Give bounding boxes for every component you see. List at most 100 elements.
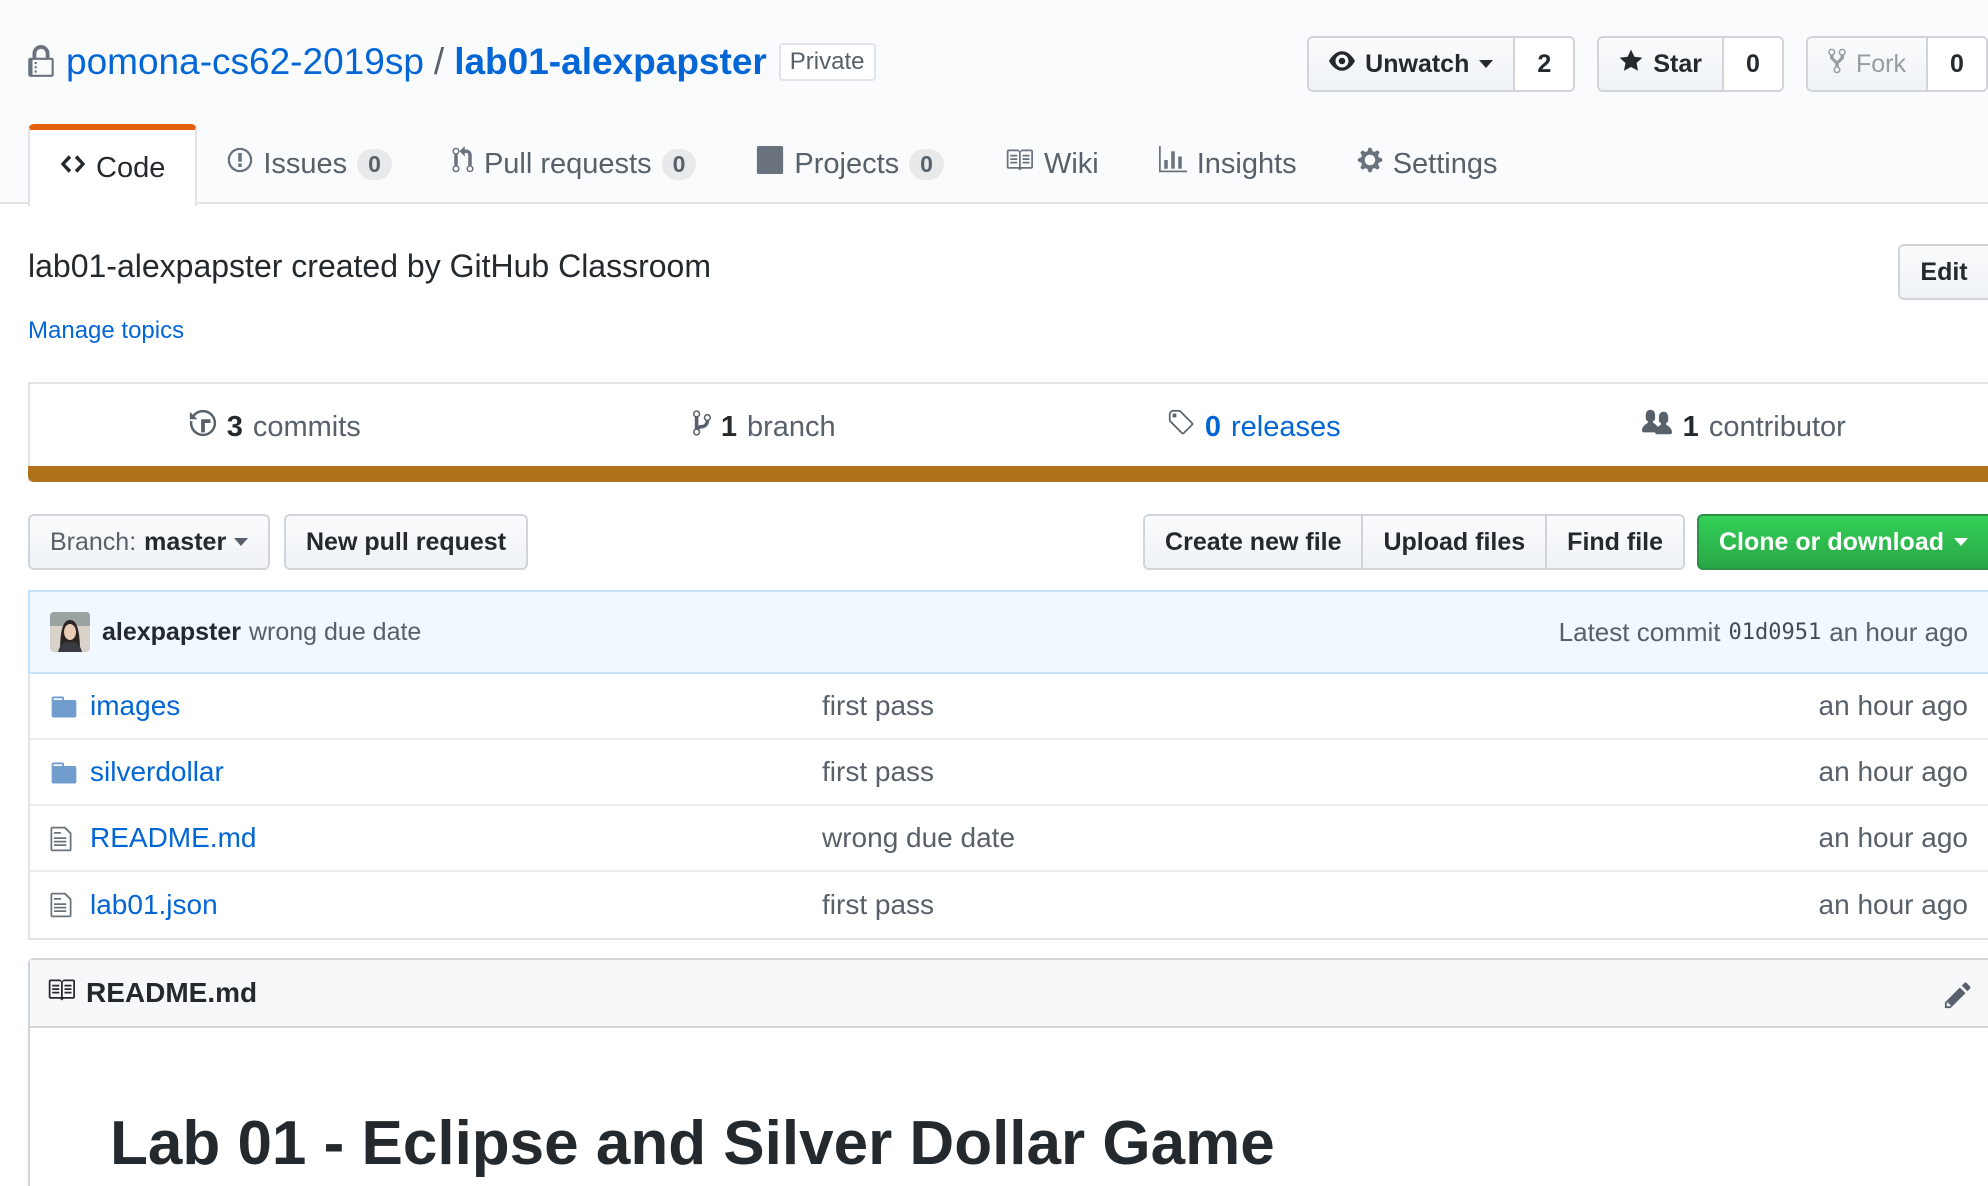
forks-count[interactable]: 0 <box>1928 38 1986 90</box>
file-name-link[interactable]: lab01.json <box>90 889 218 921</box>
commits-summary[interactable]: 3 commits <box>30 384 520 470</box>
file-actions: Create new file Upload files Find file C… <box>1143 514 1988 570</box>
gear-icon <box>1357 146 1383 182</box>
new-pull-request-button[interactable]: New pull request <box>284 514 529 570</box>
fork-group: Fork 0 <box>1806 36 1988 92</box>
file-text-icon <box>50 891 78 919</box>
file-age: an hour ago <box>1818 822 1968 853</box>
readme-header: README.md <box>30 960 1988 1028</box>
branch-select-button[interactable]: Branch: master <box>28 514 271 570</box>
commit-author-link[interactable]: alexpapster <box>102 618 241 647</box>
tab-label: Code <box>96 151 166 184</box>
tag-icon <box>1167 408 1195 446</box>
table-row: images first pass an hour ago <box>30 674 1988 740</box>
star-button[interactable]: Star <box>1599 38 1724 90</box>
file-text-icon <box>50 825 78 853</box>
tab-label: Pull requests <box>483 147 652 180</box>
commit-sha-link[interactable]: 01d0951 <box>1728 620 1821 645</box>
file-age: an hour ago <box>1818 690 1968 721</box>
repo-name-link[interactable]: lab01-alexpapster <box>454 41 767 83</box>
repo-header: pomona-cs62-2019sp / lab01-alexpapster P… <box>0 0 1988 206</box>
file-list: images first pass an hour ago silverdoll… <box>28 674 1988 940</box>
book-icon <box>1004 146 1034 182</box>
readme-heading: Lab 01 - Eclipse and Silver Dollar Game <box>110 1109 1275 1178</box>
repo-forked-icon <box>1828 47 1846 82</box>
pull-request-icon <box>452 146 474 182</box>
table-row: README.md wrong due date an hour ago <box>30 806 1988 872</box>
file-commit-message[interactable]: first pass <box>822 690 934 722</box>
eye-icon <box>1329 48 1356 81</box>
project-icon <box>756 146 784 182</box>
file-commit-message[interactable]: wrong due date <box>822 822 1015 854</box>
edit-description-button[interactable]: Edit <box>1898 244 1988 300</box>
projects-counter: 0 <box>909 148 944 180</box>
manage-topics-link[interactable]: Manage topics <box>28 317 184 345</box>
lock-icon <box>28 45 54 79</box>
readme-filename: README.md <box>86 977 258 1008</box>
contributors-summary[interactable]: 1 contributor <box>1499 384 1988 470</box>
commits-label: commits <box>252 410 361 443</box>
commit-message-link[interactable]: wrong due date <box>249 618 421 647</box>
file-name-link[interactable]: README.md <box>90 822 256 854</box>
file-name-link[interactable]: silverdollar <box>90 756 224 788</box>
code-icon <box>60 150 86 186</box>
tab-issues[interactable]: Issues 0 <box>197 124 422 204</box>
tab-code[interactable]: Code <box>28 124 198 206</box>
file-navigation: Branch: master New pull request Create n… <box>28 514 1988 570</box>
tab-label: Wiki <box>1043 147 1099 180</box>
file-commit-message[interactable]: first pass <box>822 756 934 788</box>
book-icon <box>46 976 76 1011</box>
tab-wiki[interactable]: Wiki <box>974 124 1129 204</box>
avatar[interactable] <box>50 612 90 652</box>
upload-files-button[interactable]: Upload files <box>1363 516 1548 568</box>
branches-count: 1 <box>720 410 737 443</box>
watchers-count[interactable]: 2 <box>1515 38 1574 90</box>
language-bar[interactable] <box>28 466 1988 482</box>
file-name-link[interactable]: images <box>90 690 180 722</box>
tab-settings[interactable]: Settings <box>1327 124 1528 204</box>
latest-commit-bar: alexpapster wrong due date Latest commit… <box>28 590 1988 674</box>
organization-icon <box>1641 408 1673 446</box>
file-age: an hour ago <box>1818 756 1968 787</box>
star-group: Star 0 <box>1597 36 1784 92</box>
table-row: lab01.json first pass an hour ago <box>30 872 1988 938</box>
folder-icon <box>50 759 78 787</box>
clone-or-download-button[interactable]: Clone or download <box>1697 514 1988 570</box>
branch-name: master <box>144 527 227 556</box>
latest-commit-info: Latest commit 01d0951 an hour ago <box>1559 592 1968 672</box>
releases-label: releases <box>1231 410 1341 443</box>
pagehead-actions: Unwatch 2 Star 0 Fork 0 <box>1307 36 1988 92</box>
tab-projects[interactable]: Projects 0 <box>726 124 974 204</box>
tab-label: Insights <box>1196 147 1297 180</box>
latest-commit-prefix: Latest commit <box>1558 616 1721 647</box>
tab-pull-requests[interactable]: Pull requests 0 <box>422 124 726 204</box>
clone-label: Clone or download <box>1719 527 1944 556</box>
stargazers-count[interactable]: 0 <box>1724 38 1782 90</box>
contributors-label: contributor <box>1708 410 1846 443</box>
star-icon <box>1619 48 1643 81</box>
fork-button[interactable]: Fork <box>1808 38 1928 90</box>
unwatch-label: Unwatch <box>1365 49 1470 78</box>
watch-group: Unwatch 2 <box>1307 36 1576 92</box>
pencil-icon[interactable] <box>1944 980 1972 1009</box>
create-new-file-button[interactable]: Create new file <box>1145 516 1364 568</box>
unwatch-button[interactable]: Unwatch <box>1309 38 1516 90</box>
releases-summary[interactable]: 0 releases <box>1009 384 1499 470</box>
repo-title: pomona-cs62-2019sp / lab01-alexpapster P… <box>28 36 876 88</box>
path-separator: / <box>433 41 445 82</box>
tab-label: Settings <box>1392 147 1498 180</box>
history-icon <box>189 408 217 446</box>
tab-insights[interactable]: Insights <box>1129 124 1327 204</box>
table-row: silverdollar first pass an hour ago <box>30 740 1988 806</box>
branches-summary[interactable]: 1 branch <box>520 384 1010 470</box>
branches-label: branch <box>746 410 836 443</box>
tab-label: Issues <box>263 147 348 180</box>
file-commit-message[interactable]: first pass <box>822 889 934 921</box>
repo-owner-link[interactable]: pomona-cs62-2019sp <box>66 41 424 83</box>
pull-requests-counter: 0 <box>661 148 697 180</box>
folder-icon <box>50 693 78 721</box>
commit-age: an hour ago <box>1829 616 1968 647</box>
contributors-count: 1 <box>1682 410 1699 443</box>
caret-down-icon <box>1954 538 1968 546</box>
find-file-button[interactable]: Find file <box>1547 516 1683 568</box>
